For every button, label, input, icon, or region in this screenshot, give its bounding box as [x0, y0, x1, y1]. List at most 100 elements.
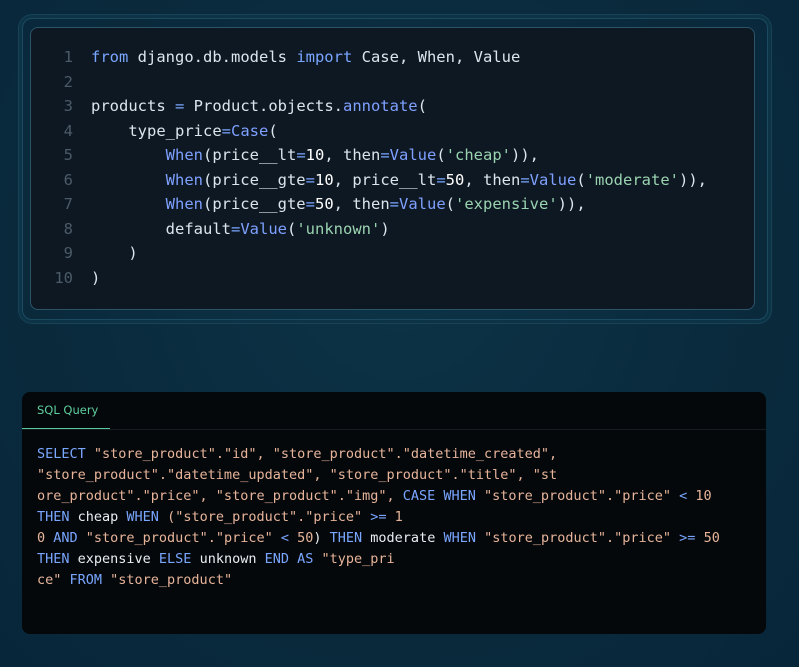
code-token: Value [240, 219, 287, 238]
sql-token: ) [313, 530, 330, 546]
sql-token: >= [679, 530, 704, 546]
code-token: annotate [342, 97, 418, 115]
code-token: = [389, 195, 399, 213]
sql-line: THEN expensive ELSE unknown END AS "type… [37, 549, 720, 570]
sql-line: ce" FROM "store_product" [37, 570, 720, 591]
sql-token: unknown [199, 551, 265, 567]
code-token: 10 [305, 146, 325, 164]
code-token: 50 [314, 195, 334, 213]
code-line: 1 from django.db.models import Case, When… [31, 45, 707, 70]
code-token: )), [511, 146, 540, 164]
line-number: 4 [63, 121, 73, 140]
sql-line: "store_product"."datetime_updated", "sto… [37, 465, 720, 486]
code-token: 'moderate' [585, 170, 680, 189]
sql-line: ore_product"."price", "store_product"."i… [37, 486, 720, 507]
code-token: , price__lt [333, 170, 437, 189]
sql-token: THEN [329, 530, 371, 546]
code-token: = [221, 121, 231, 140]
sql-token: < [280, 530, 298, 546]
code-token: = [305, 195, 315, 213]
code-token: 'unknown' [296, 219, 381, 238]
line-number: 7 [63, 195, 73, 213]
code-panel: 1 from django.db.models import Case, When… [30, 27, 755, 310]
code-token: default [91, 219, 231, 238]
sql-token: SELECT [37, 446, 94, 462]
sql-token: THEN [37, 509, 78, 525]
code-token: , then [333, 195, 390, 213]
sql-token: cheap [77, 509, 127, 525]
sql-token: "store_product"."datetime_updated", "sto… [37, 467, 558, 483]
sql-token: ore_product"."price", "store_product"."i… [37, 488, 403, 504]
code-token: ( [445, 195, 456, 213]
line-number: 2 [63, 72, 73, 91]
code-token: When [165, 195, 203, 213]
code-token: Case, When, Value [361, 48, 521, 66]
code-token: = [305, 170, 315, 189]
line-number: 6 [63, 170, 73, 189]
sql-token: "store_product"."id", "store_product"."d… [93, 446, 558, 462]
code-token: Value [399, 195, 446, 213]
code-token: 50 [445, 170, 465, 189]
sql-token: WHEN [443, 530, 485, 546]
tab-sql-query-label: SQL Query [37, 403, 99, 417]
code-token: ( [576, 170, 586, 189]
sql-token: "store_product"."price" [85, 530, 281, 546]
code-token: )), [557, 195, 586, 213]
sql-token: expensive [77, 551, 159, 567]
sql-token: 0 [37, 530, 54, 546]
sql-token: 50 [297, 530, 314, 546]
sql-token: ce" [37, 572, 70, 588]
code-line: 10) [31, 266, 707, 291]
code-token: (price__lt [202, 146, 297, 164]
code-line: 7 When(price__gte=50, then=Value('expens… [31, 192, 707, 217]
code-token: 'cheap' [445, 146, 512, 164]
code-token: Value [389, 146, 437, 164]
code-token: 10 [314, 170, 334, 189]
code-token: = [436, 170, 446, 189]
code-token: ( [287, 219, 297, 238]
sql-token: "type_pri [321, 551, 395, 567]
code-token: (price__gte [202, 195, 306, 213]
sql-line: SELECT "store_product"."id", "store_prod… [37, 444, 720, 465]
sql-token: AND [53, 530, 86, 546]
sql-token: END AS [264, 551, 322, 567]
sql-token: moderate [370, 530, 444, 546]
code-token: ( [417, 97, 427, 115]
sql-token: "store_product" [110, 572, 233, 588]
sql-token: "store_product"."price" [484, 530, 680, 546]
code-line: 4 type_price=Case( [31, 119, 707, 144]
code-token: Product.objects. [193, 97, 343, 115]
tab-sql-query[interactable]: SQL Query [22, 392, 110, 429]
code-token: )), [679, 170, 708, 189]
sql-token: 50 [703, 530, 720, 546]
line-number: 9 [63, 244, 73, 262]
line-number: 8 [63, 219, 73, 238]
code-token: ) [91, 268, 101, 287]
sql-token: FROM [69, 572, 111, 588]
code-token: from [91, 48, 138, 66]
sql-query-text: SELECT "store_product"."id", "store_prod… [37, 444, 720, 591]
code-token: products [91, 97, 175, 115]
code-token: = [230, 219, 241, 238]
sql-token: WHEN [126, 509, 168, 525]
code-token: Case [231, 121, 269, 140]
sql-panel: SQL Query SELECT "store_product"."id", "… [22, 392, 766, 634]
code-token: Value [529, 170, 577, 189]
code-line: 2 [31, 70, 707, 95]
code-token: ( [268, 121, 278, 140]
code-line: 9 ) [31, 241, 707, 266]
sql-token: < [679, 488, 696, 504]
sql-token: CASE WHEN [402, 488, 485, 504]
code-token: = [520, 170, 530, 189]
sql-line: THEN cheap WHEN ("store_product"."price"… [37, 507, 720, 528]
code-token: 'expensive' [455, 195, 558, 213]
sql-token: 1 [394, 509, 403, 525]
line-number: 10 [54, 268, 73, 287]
code-token: import [296, 48, 362, 66]
code-lines: 1 from django.db.models import Case, When… [31, 45, 707, 290]
code-line: 5 When(price__lt=10, then=Value('cheap')… [31, 143, 707, 168]
code-token: When [165, 146, 203, 164]
